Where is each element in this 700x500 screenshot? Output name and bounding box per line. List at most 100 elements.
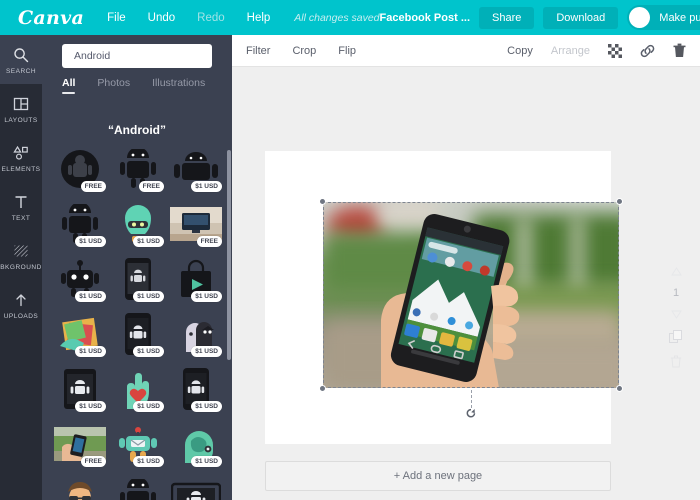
price-badge: FREE	[80, 181, 106, 192]
tab-illustrations[interactable]: Illustrations	[152, 77, 205, 94]
search-result-item[interactable]: $1 USD	[110, 473, 165, 500]
delete-icon[interactable]	[673, 43, 686, 58]
selected-image-element[interactable]	[319, 198, 623, 418]
search-result-item[interactable]: FREE	[52, 418, 107, 470]
resize-handle-bottom-left[interactable]	[319, 385, 326, 392]
page-controls: 1	[662, 267, 690, 368]
layouts-icon	[13, 94, 29, 114]
price-badge: $1 USD	[75, 236, 106, 247]
search-result-item[interactable]: FREE	[168, 198, 223, 250]
price-badge: $1 USD	[191, 291, 222, 302]
add-new-page-button[interactable]: + Add a new page	[265, 461, 611, 491]
search-result-item[interactable]: $1 USD	[52, 363, 107, 415]
make-public-toggle[interactable]: Make public	[627, 5, 700, 30]
android-robot-fat	[110, 473, 165, 500]
background-icon	[13, 241, 29, 261]
price-badge: $1 USD	[133, 346, 164, 357]
search-result-item[interactable]: $1 USD	[110, 308, 165, 360]
save-status: All changes saved	[294, 11, 380, 24]
sidebar-item-label: SEARCH	[5, 67, 37, 75]
delete-page-icon[interactable]	[670, 355, 682, 368]
search-result-item[interactable]: $1 USD	[110, 198, 165, 250]
page-number: 1	[672, 287, 680, 299]
search-result-item[interactable]: $1 USD	[168, 308, 223, 360]
price-badge: FREE	[138, 181, 164, 192]
sidebar-item-elements[interactable]: ELEMENTS	[0, 133, 42, 182]
search-result-item[interactable]: $1 USD	[168, 253, 223, 305]
sidebar-item-text[interactable]: TEXT	[0, 182, 42, 231]
panel-scrollbar[interactable]	[227, 150, 231, 360]
search-box[interactable]	[62, 44, 212, 68]
move-page-down-icon[interactable]	[670, 310, 682, 319]
elements-icon	[12, 143, 30, 163]
sidebar-item-uploads[interactable]: UPLOADS	[0, 280, 42, 329]
menu-redo[interactable]: Redo	[186, 12, 236, 24]
copy-button[interactable]: Copy	[507, 45, 533, 57]
sidebar-item-search[interactable]: SEARCH	[0, 35, 42, 84]
crop-button[interactable]: Crop	[292, 45, 316, 57]
duplicate-page-icon[interactable]	[669, 330, 683, 344]
search-result-item[interactable]: $1 USD	[110, 363, 165, 415]
transparency-icon[interactable]	[608, 43, 622, 58]
search-result-item[interactable]: FREE	[110, 143, 165, 195]
search-result-item[interactable]: $1 USD	[52, 198, 107, 250]
tab-all[interactable]: All	[62, 77, 76, 94]
top-bar-actions: Facebook Post ... Share Download Make pu…	[380, 5, 700, 30]
document-title[interactable]: Facebook Post ...	[380, 12, 470, 24]
person-sunglasses	[52, 473, 107, 500]
menu-undo[interactable]: Undo	[137, 12, 187, 24]
sidebar-rail: SEARCH LAYOUTS ELEMENTS TEXT BKGROUND UPLOADS	[0, 35, 42, 500]
canvas-area: + Add a new page 1	[232, 67, 700, 500]
search-tabs: All Photos Illustrations	[62, 77, 222, 94]
search-result-item[interactable]: $1 USD	[168, 473, 223, 500]
sidebar-item-label: TEXT	[11, 214, 31, 222]
text-icon	[13, 192, 29, 212]
search-result-item[interactable]: $1 USD	[52, 308, 107, 360]
search-icon	[13, 45, 29, 65]
menu-file[interactable]: File	[96, 12, 137, 24]
price-badge: FREE	[80, 456, 106, 467]
search-result-item[interactable]: FREE	[52, 143, 107, 195]
menu-help[interactable]: Help	[236, 12, 282, 24]
rotate-handle[interactable]	[464, 406, 478, 420]
canva-logo[interactable]: Canva	[8, 7, 96, 29]
price-badge: $1 USD	[75, 401, 106, 412]
price-badge: $1 USD	[133, 236, 164, 247]
sidebar-item-label: ELEMENTS	[1, 165, 41, 173]
tablet-landscape	[168, 473, 223, 500]
download-button[interactable]: Download	[543, 6, 619, 29]
search-result-item[interactable]: $1 USD	[168, 363, 223, 415]
price-badge: FREE	[196, 236, 222, 247]
filter-button[interactable]: Filter	[246, 45, 270, 57]
search-results-grid: FREE FREE $1 USD $1 USD $1 USD FREE $1 USD $1 U…	[52, 143, 224, 500]
price-badge: $1 USD	[75, 291, 106, 302]
price-badge: $1 USD	[191, 456, 222, 467]
search-result-item[interactable]: $1 USD	[168, 143, 223, 195]
sidebar-item-label: LAYOUTS	[4, 116, 38, 124]
rotate-icon	[466, 408, 476, 418]
flip-button[interactable]: Flip	[338, 45, 356, 57]
search-result-item[interactable]: $1 USD	[110, 418, 165, 470]
search-result-item[interactable]: $1 USD	[110, 253, 165, 305]
price-badge: $1 USD	[133, 401, 164, 412]
search-result-item[interactable]: $1 USD	[52, 253, 107, 305]
sidebar-item-label: BKGROUND	[0, 263, 42, 271]
search-result-item[interactable]: $1 USD	[52, 473, 107, 500]
design-page[interactable]	[265, 151, 623, 444]
canva-editor: Canva File Undo Redo Help All changes saved…	[0, 0, 700, 500]
top-bar: Canva File Undo Redo Help All changes saved…	[0, 0, 700, 35]
resize-handle-top-right[interactable]	[616, 198, 623, 205]
resize-handle-top-left[interactable]	[319, 198, 326, 205]
move-page-up-icon[interactable]	[670, 267, 682, 276]
search-result-item[interactable]: $1 USD	[168, 418, 223, 470]
search-input[interactable]	[72, 49, 202, 63]
hand-holding-phone-photo[interactable]	[323, 202, 619, 388]
sidebar-item-background[interactable]: BKGROUND	[0, 231, 42, 280]
sidebar-item-layouts[interactable]: LAYOUTS	[0, 84, 42, 133]
tab-photos[interactable]: Photos	[97, 77, 130, 94]
link-icon[interactable]	[640, 44, 655, 58]
resize-handle-bottom-right[interactable]	[616, 385, 623, 392]
make-public-label: Make public	[659, 11, 700, 24]
share-button[interactable]: Share	[479, 6, 535, 29]
sidebar-item-label: UPLOADS	[3, 312, 39, 320]
